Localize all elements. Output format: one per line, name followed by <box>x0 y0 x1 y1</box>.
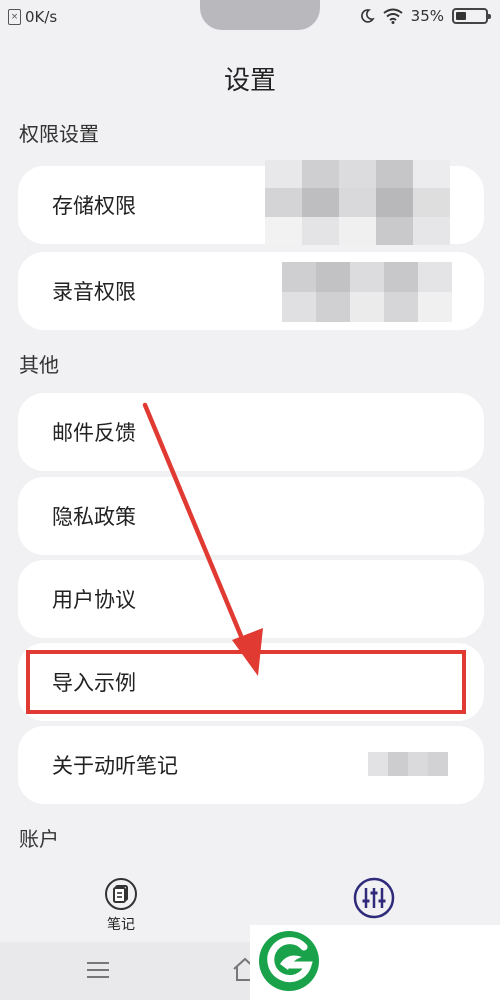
notes-icon <box>105 878 137 910</box>
watermark-area <box>250 925 500 1000</box>
settings-sliders-icon <box>353 877 395 919</box>
tab-notes[interactable]: 笔记 <box>103 876 139 934</box>
tab-notes-label: 笔记 <box>107 917 135 933</box>
logo-icon <box>259 931 319 991</box>
annotation-arrow <box>142 402 263 676</box>
menu-icon[interactable] <box>86 960 110 980</box>
